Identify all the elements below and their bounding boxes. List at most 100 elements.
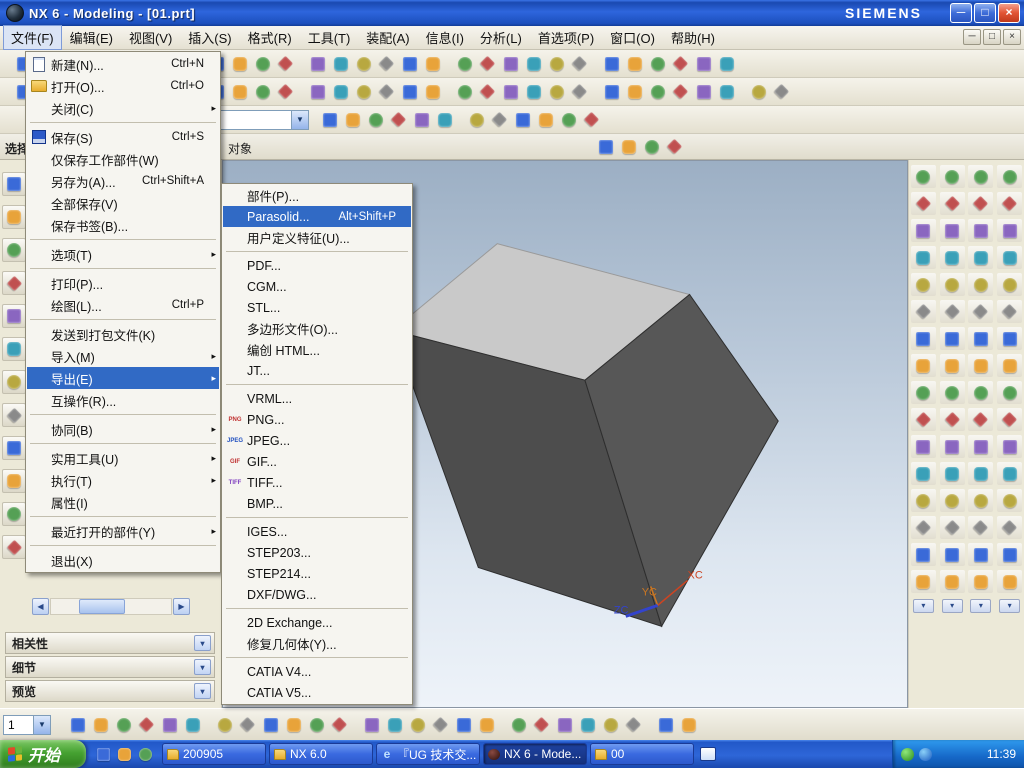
toolbar-icon[interactable] [911, 192, 936, 215]
toolbar-icon[interactable] [911, 489, 936, 512]
toolbar-icon[interactable] [940, 435, 965, 458]
menu-item[interactable]: JT... [223, 360, 411, 381]
toolbar-icon[interactable] [429, 713, 452, 736]
toolbar-icon[interactable] [940, 192, 965, 215]
toolbar-icon[interactable] [594, 135, 617, 158]
toolbar-icon[interactable] [136, 745, 154, 763]
toolbar-icon[interactable] [911, 408, 936, 431]
toolbar-icon[interactable] [940, 489, 965, 512]
toolbar-icon[interactable] [2, 370, 26, 394]
toolbar-icon[interactable] [646, 80, 669, 103]
toolbar-icon[interactable] [646, 52, 669, 75]
toolbar-icon[interactable] [692, 80, 715, 103]
menubar-item[interactable]: 插入(S) [180, 25, 239, 50]
toolbar-icon[interactable] [940, 516, 965, 539]
toolbar-icon[interactable] [997, 381, 1022, 404]
menu-item[interactable]: 多边形文件(O)... [223, 318, 411, 339]
toolbar-icon[interactable] [997, 435, 1022, 458]
menubar-item[interactable]: 编辑(E) [62, 25, 121, 50]
menu-item[interactable]: JPEGJPEG... [223, 430, 411, 451]
toolbar-icon[interactable] [534, 108, 557, 131]
toolbar-icon[interactable] [375, 52, 398, 75]
mdi-close-button[interactable]: × [1003, 29, 1021, 45]
navigator-section-header[interactable]: 相关性▾ [5, 632, 215, 654]
toolbar-icon[interactable] [181, 713, 204, 736]
toolbar-icon[interactable] [475, 713, 498, 736]
menu-item[interactable]: 保存书签(B)... [27, 214, 219, 236]
chevron-down-icon[interactable]: ▼ [33, 716, 50, 734]
menu-item[interactable]: DXF/DWG... [223, 584, 411, 605]
menu-item[interactable]: STEP214... [223, 563, 411, 584]
toolbar-icon[interactable] [599, 713, 622, 736]
menu-item[interactable]: BMP... [223, 493, 411, 514]
toolbar-icon[interactable] [213, 713, 236, 736]
toolbar-icon[interactable] [545, 80, 568, 103]
toolbar-icon[interactable] [997, 570, 1022, 593]
toolbar-icon[interactable] [568, 80, 591, 103]
toolbar-icon[interactable] [968, 165, 993, 188]
toolbar-icon[interactable] [940, 381, 965, 404]
menu-item[interactable]: 关闭(C)▸ [27, 97, 219, 119]
menu-item[interactable]: 打印(P)... [27, 272, 219, 294]
toolbar-icon[interactable] [669, 52, 692, 75]
task-button[interactable]: NX 6 - Mode... [483, 743, 587, 765]
toolbar-icon[interactable] [553, 713, 576, 736]
menu-item[interactable]: 属性(I) [27, 491, 219, 513]
task-button[interactable]: 200905 [162, 743, 266, 765]
toolbar-icon[interactable] [640, 135, 663, 158]
toolbar-icon[interactable] [251, 80, 274, 103]
toolbar-icon[interactable] [488, 108, 511, 131]
menu-item[interactable]: 最近打开的部件(Y)▸ [27, 520, 219, 542]
toolbar-icon[interactable] [89, 713, 112, 736]
menu-item[interactable]: GIFGIF... [223, 451, 411, 472]
menu-item[interactable]: 修复几何体(Y)... [223, 633, 411, 654]
toolbar-icon[interactable] [911, 516, 936, 539]
toolbar-icon[interactable] [94, 745, 112, 763]
toolbar-icon[interactable] [997, 219, 1022, 242]
menu-item[interactable]: 新建(N)...Ctrl+N [27, 53, 219, 75]
toolbar-icon[interactable] [410, 108, 433, 131]
toolbar-icon[interactable] [940, 462, 965, 485]
toolbar-icon[interactable] [375, 80, 398, 103]
chevron-down-icon[interactable]: ▼ [291, 111, 308, 129]
toolbar-icon[interactable] [511, 108, 534, 131]
toolbar-icon[interactable] [398, 52, 421, 75]
toolbar-icon[interactable] [911, 354, 936, 377]
toolbar-icon[interactable] [476, 52, 499, 75]
menubar-item[interactable]: 帮助(H) [663, 25, 723, 50]
menu-item[interactable]: CATIA V4... [223, 661, 411, 682]
toolbar-icon[interactable] [997, 192, 1022, 215]
chevron-down-icon[interactable]: ▾ [194, 659, 211, 675]
menu-item[interactable]: 用户定义特征(U)... [223, 227, 411, 248]
toolbar-icon[interactable] [654, 713, 677, 736]
tray-network-icon[interactable] [919, 748, 932, 761]
toolbar-icon[interactable] [576, 713, 599, 736]
toolbar-icon[interactable] [997, 327, 1022, 350]
toolbar-icon[interactable] [476, 80, 499, 103]
toolbar-icon[interactable] [259, 713, 282, 736]
menubar-item[interactable]: 装配(A) [358, 25, 417, 50]
maximize-button[interactable]: □ [974, 3, 996, 23]
toolbar-icon[interactable] [306, 80, 329, 103]
toolbar-icon[interactable] [968, 354, 993, 377]
toolbar-icon[interactable] [2, 304, 26, 328]
menu-item[interactable]: 协同(B)▸ [27, 418, 219, 440]
toolbar-icon[interactable] [747, 80, 770, 103]
toolbar-icon[interactable] [329, 52, 352, 75]
toolbar-icon[interactable] [580, 108, 603, 131]
toolbar-icon[interactable] [968, 570, 993, 593]
menu-item[interactable]: IGES... [223, 521, 411, 542]
scroll-left-icon[interactable]: ◀ [32, 598, 49, 615]
toolbar-icon[interactable] [997, 300, 1022, 323]
toolbar-icon[interactable] [452, 713, 475, 736]
menu-item[interactable]: 导出(E)▸ [27, 367, 219, 389]
toolbar-icon[interactable] [911, 381, 936, 404]
toolbar-icon[interactable] [940, 543, 965, 566]
toolbar-icon[interactable] [545, 52, 568, 75]
toolbar-icon[interactable] [2, 271, 26, 295]
toolbar-icon[interactable] [318, 108, 341, 131]
toolbar-icon[interactable] [997, 246, 1022, 269]
toolbar-icon[interactable] [663, 135, 686, 158]
menu-item[interactable]: 发送到打包文件(K) [27, 323, 219, 345]
toolbar-icon[interactable] [968, 435, 993, 458]
